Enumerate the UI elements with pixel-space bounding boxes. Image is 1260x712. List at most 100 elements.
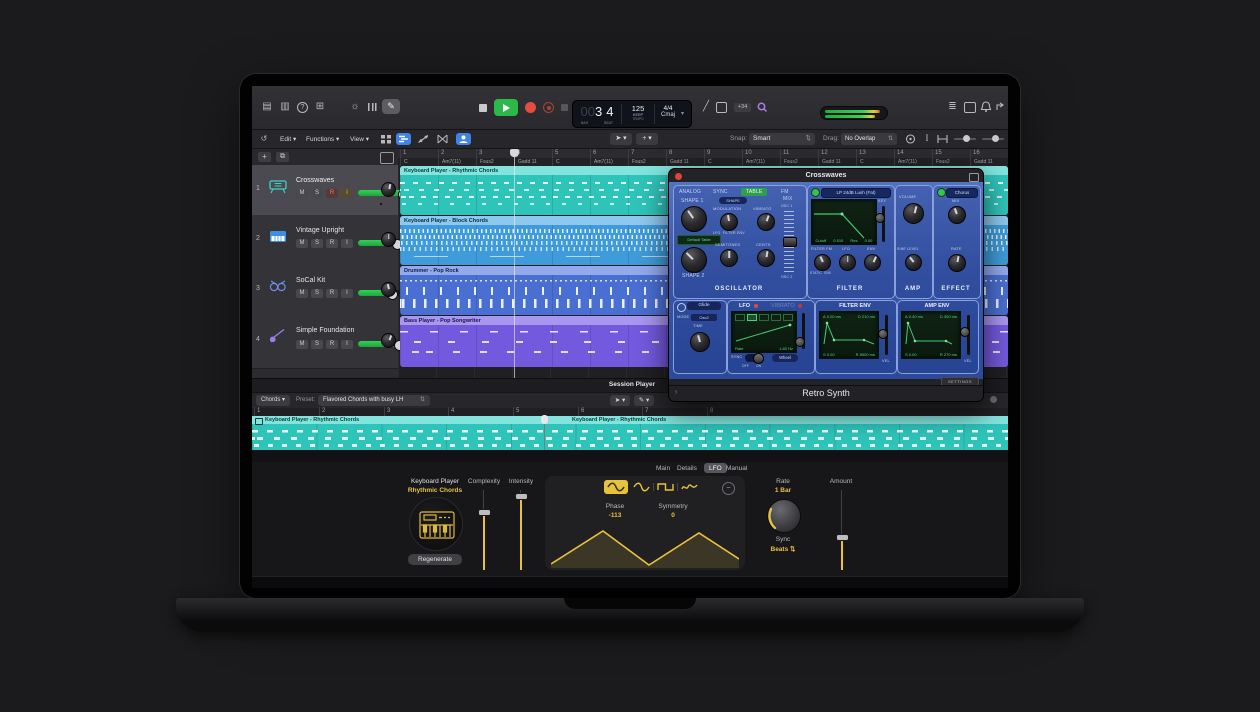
tab-table-active[interactable]: TABLE	[741, 188, 767, 196]
lfo-wheel-button[interactable]: Wheel	[772, 354, 798, 362]
cents-knob[interactable]	[757, 249, 775, 267]
track-2-pan-knob[interactable]	[381, 232, 396, 247]
tab-manual[interactable]: Manual	[726, 465, 747, 472]
tuner-icon[interactable]: ╱	[700, 101, 712, 113]
rate-value[interactable]: 1 Bar	[758, 487, 808, 494]
add-track-button[interactable]: +	[258, 152, 271, 162]
mute-button[interactable]: M	[296, 239, 308, 248]
lfo-wave-random[interactable]	[680, 480, 699, 494]
tab-main[interactable]: Main	[656, 465, 670, 472]
mute-button[interactable]: M	[296, 340, 308, 349]
secondary-tool-menu[interactable]: + ▾	[636, 133, 658, 145]
record-button[interactable]	[525, 102, 536, 113]
track-3-pan-knob[interactable]	[381, 282, 396, 297]
functions-menu[interactable]: Functions ▾	[306, 135, 339, 143]
lfo-wave-sine-selected[interactable]	[604, 480, 628, 494]
bell-icon[interactable]	[980, 100, 992, 113]
horizontal-zoom-thumb[interactable]	[992, 135, 999, 142]
glide-time-knob[interactable]	[690, 332, 710, 352]
effect-power-led[interactable]	[937, 188, 946, 197]
osc-mix-thumb[interactable]	[783, 237, 797, 247]
snap-menu[interactable]: Smart⇅	[749, 133, 815, 145]
apple-loops-icon[interactable]	[756, 101, 768, 113]
amount-thumb[interactable]	[836, 534, 849, 541]
phase-value[interactable]: -113	[590, 512, 640, 519]
stop-button[interactable]	[479, 104, 487, 112]
edit-menu[interactable]: Edit ▾	[280, 135, 296, 143]
record-enable-button[interactable]: R	[326, 239, 338, 248]
chords-menu[interactable]: Chords ▾	[256, 395, 290, 406]
glide-title[interactable]: Glide	[687, 302, 721, 310]
track-header-2[interactable]: 2 Vintage Upright M S R I	[252, 215, 398, 266]
solo-button[interactable]: S	[311, 340, 323, 349]
automation-icon[interactable]	[417, 133, 430, 145]
plugin-window[interactable]: Crosswaves ANALOG SYNC TABLE FM SHAPE 1 …	[668, 168, 984, 402]
regenerate-button[interactable]: Regenerate	[408, 554, 462, 565]
input-monitor-button[interactable]: I	[341, 340, 353, 349]
ibeam-icon[interactable]: I	[922, 133, 932, 145]
track-header-3[interactable]: 3 SoCal Kit M S R I	[252, 265, 398, 316]
track-header-options-icon[interactable]	[380, 152, 394, 164]
effect-preset-menu[interactable]: Chorus	[946, 188, 978, 198]
filter-fm-knob[interactable]	[814, 254, 831, 271]
effect-mix-knob[interactable]	[948, 206, 966, 224]
filter-env-knob[interactable]	[864, 254, 881, 271]
solo-button[interactable]: S	[311, 189, 323, 198]
editor-playhead-pin[interactable]	[541, 415, 548, 424]
complexity-thumb[interactable]	[478, 509, 491, 516]
vibrato-knob[interactable]	[757, 213, 775, 231]
solo-button[interactable]: S	[311, 289, 323, 298]
amp-env-vel-thumb[interactable]	[960, 327, 970, 337]
filter-power-led[interactable]	[811, 188, 820, 197]
track-4-pan-knob[interactable]	[381, 333, 396, 348]
add-tracks-icon[interactable]: ⊞	[313, 101, 327, 113]
input-monitor-button[interactable]: I	[341, 289, 353, 298]
lfo-wave-sine2[interactable]	[632, 480, 651, 494]
count-in-badge[interactable]: +34	[734, 103, 751, 112]
toolbar-toggle-icon[interactable]: ▥	[278, 101, 292, 113]
library-icon[interactable]: ☼	[348, 101, 362, 113]
effect-rate-knob[interactable]	[948, 254, 966, 272]
volume-knob[interactable]	[903, 203, 924, 224]
filter-lfo-knob[interactable]	[839, 254, 856, 271]
preset-menu[interactable]: Flavored Chords with busy LH⇅	[318, 395, 430, 406]
key-slider[interactable]	[882, 206, 885, 242]
track-1-pan-knob[interactable]	[381, 182, 396, 197]
editor-region[interactable]: Keyboard Player - Rhythmic Chords Keyboa…	[252, 416, 1008, 450]
input-monitor-button[interactable]: I	[341, 189, 353, 198]
player-avatar[interactable]	[409, 497, 463, 551]
glide-mode-value[interactable]: Osc2	[691, 314, 717, 321]
catch-playhead-icon[interactable]: ↺	[258, 133, 270, 145]
playhead[interactable]	[514, 149, 515, 378]
solo-button[interactable]: S	[311, 239, 323, 248]
marquee-zoom-icon[interactable]	[904, 133, 917, 145]
lfo-wave-square[interactable]	[656, 480, 675, 494]
grid-view-icon[interactable]	[380, 134, 392, 144]
lfo-tab[interactable]: LFO	[739, 303, 750, 309]
track-header-4[interactable]: 4 Simple Foundation M S R I	[252, 315, 398, 369]
filter-preset-menu[interactable]: LP 24dB Lush (Fat)	[821, 188, 891, 198]
link-icon[interactable]	[969, 173, 979, 182]
drag-menu[interactable]: No Overlap⇅	[841, 133, 897, 145]
symmetry-value[interactable]: 0	[648, 512, 698, 519]
editor-pencil-tool[interactable]: ✎ ▾	[634, 395, 654, 406]
flex-icon[interactable]	[436, 133, 449, 145]
track-name[interactable]: Vintage Upright	[296, 227, 344, 234]
tab-lfo[interactable]: LFO	[704, 463, 727, 473]
piano-roll-view-icon[interactable]	[396, 133, 411, 145]
sine-level-knob[interactable]	[905, 254, 922, 271]
track-header-1[interactable]: 1 Crosswaves M S R I	[252, 165, 398, 216]
capture-recording-icon[interactable]	[561, 104, 568, 111]
tab-details[interactable]: Details	[677, 465, 697, 472]
key-slider-thumb[interactable]	[875, 213, 885, 223]
tab-fm[interactable]: FM	[781, 189, 789, 195]
inspector-icon[interactable]	[366, 101, 378, 113]
monitoring-icon[interactable]	[716, 102, 727, 113]
lcd-display[interactable]: 0034 BARBEAT 125 KEEP TEMPO 4/4 Cmaj ▾	[572, 100, 692, 128]
record-enable-button[interactable]: R	[326, 189, 338, 198]
vibrato-tab[interactable]: VIBRATO	[771, 303, 795, 309]
filter-env-vel-thumb[interactable]	[878, 329, 888, 339]
io-route-icon[interactable]	[995, 101, 1007, 113]
duplicate-track-button[interactable]: ⧉	[276, 152, 289, 162]
auto-track-zoom-icon[interactable]	[936, 133, 949, 145]
